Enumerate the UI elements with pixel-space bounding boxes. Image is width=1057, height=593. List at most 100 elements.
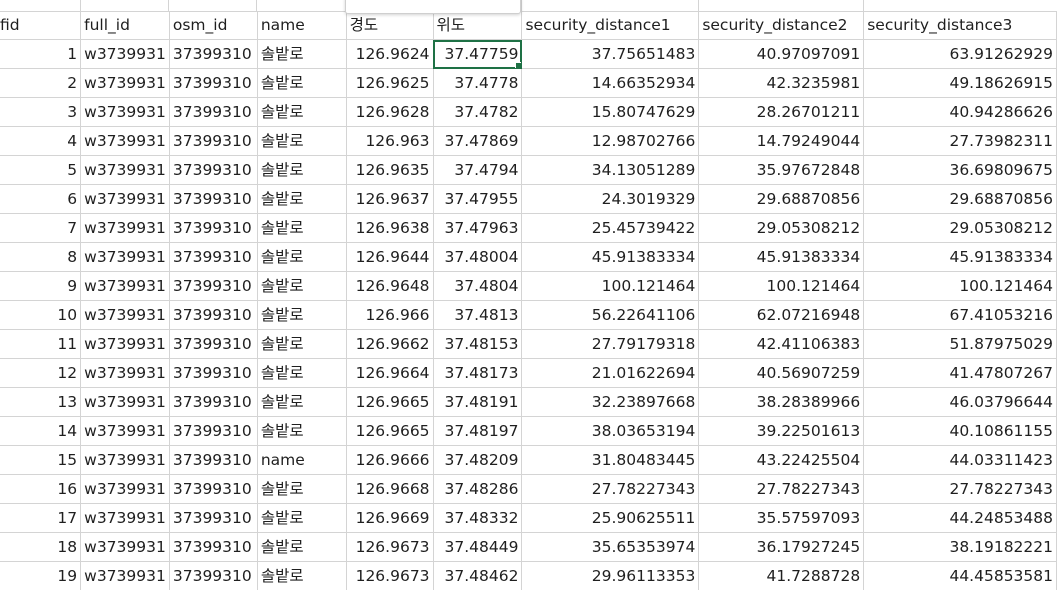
security-distance1-cell[interactable]: 15.80747629 <box>521 97 700 127</box>
security-distance2-cell[interactable]: 45.91383334 <box>698 242 865 272</box>
name-cell[interactable]: 솔밭로 <box>257 242 347 272</box>
security-distance2-cell[interactable]: 40.56907259 <box>698 358 865 388</box>
osm-id-cell[interactable]: 37399310 <box>169 329 258 359</box>
security-distance1-cell[interactable]: 27.79179318 <box>521 329 700 359</box>
security-distance2-cell[interactable]: 14.79249044 <box>698 126 865 156</box>
full-id-cell[interactable]: w3739931 <box>80 329 170 359</box>
name-cell[interactable]: 솔밭로 <box>257 329 347 359</box>
security-distance1-cell[interactable]: 38.03653194 <box>521 416 700 446</box>
security-distance1-cell[interactable]: 27.78227343 <box>521 474 700 504</box>
osm-id-cell[interactable]: 37399310 <box>169 300 258 330</box>
osm-id-cell[interactable]: 37399310 <box>169 445 258 475</box>
header-longitude[interactable]: 경도 <box>346 11 434 40</box>
longitude-cell[interactable]: 126.9635 <box>346 155 434 185</box>
fid-cell[interactable]: 12 <box>0 358 82 388</box>
latitude-cell[interactable]: 37.47963 <box>433 213 523 243</box>
name-cell[interactable]: 솔밭로 <box>257 300 347 330</box>
latitude-cell[interactable]: 37.47759 <box>433 39 523 69</box>
security-distance3-cell[interactable]: 67.41053216 <box>863 300 1057 330</box>
osm-id-cell[interactable]: 37399310 <box>169 184 258 214</box>
fid-cell[interactable]: 16 <box>0 474 82 504</box>
name-cell[interactable]: 솔밭로 <box>257 387 347 417</box>
security-distance2-cell[interactable]: 27.78227343 <box>698 474 865 504</box>
osm-id-cell[interactable]: 37399310 <box>169 503 258 533</box>
longitude-cell[interactable]: 126.9624 <box>346 39 434 69</box>
full-id-cell[interactable]: w3739931 <box>80 358 170 388</box>
name-cell[interactable]: 솔밭로 <box>257 503 347 533</box>
header-osm-id[interactable]: osm_id <box>169 11 258 40</box>
security-distance3-cell[interactable]: 51.87975029 <box>863 329 1057 359</box>
latitude-cell[interactable]: 37.48449 <box>433 532 523 562</box>
security-distance2-cell[interactable]: 29.68870856 <box>698 184 865 214</box>
latitude-cell[interactable]: 37.48197 <box>433 416 523 446</box>
security-distance3-cell[interactable]: 41.47807267 <box>863 358 1057 388</box>
fid-cell[interactable]: 14 <box>0 416 82 446</box>
security-distance3-cell[interactable]: 27.78227343 <box>863 474 1057 504</box>
osm-id-cell[interactable]: 37399310 <box>169 97 258 127</box>
longitude-cell[interactable]: 126.9638 <box>346 213 434 243</box>
name-cell[interactable]: 솔밭로 <box>257 184 347 214</box>
fid-cell[interactable]: 17 <box>0 503 82 533</box>
security-distance2-cell[interactable]: 62.07216948 <box>698 300 865 330</box>
security-distance3-cell[interactable]: 49.18626915 <box>863 68 1057 98</box>
latitude-cell[interactable]: 37.47955 <box>433 184 523 214</box>
osm-id-cell[interactable]: 37399310 <box>169 358 258 388</box>
fid-cell[interactable]: 9 <box>0 271 82 301</box>
longitude-cell[interactable]: 126.966 <box>346 300 434 330</box>
longitude-cell[interactable]: 126.9664 <box>346 358 434 388</box>
osm-id-cell[interactable]: 37399310 <box>169 561 258 590</box>
security-distance3-cell[interactable]: 29.68870856 <box>863 184 1057 214</box>
security-distance3-cell[interactable]: 40.94286626 <box>863 97 1057 127</box>
security-distance3-cell[interactable]: 44.24853488 <box>863 503 1057 533</box>
latitude-cell[interactable]: 37.48153 <box>433 329 523 359</box>
latitude-cell[interactable]: 37.4794 <box>433 155 523 185</box>
security-distance2-cell[interactable]: 29.05308212 <box>698 213 865 243</box>
longitude-cell[interactable]: 126.9665 <box>346 416 434 446</box>
security-distance2-cell[interactable]: 42.3235981 <box>698 68 865 98</box>
longitude-cell[interactable]: 126.9668 <box>346 474 434 504</box>
full-id-cell[interactable]: w3739931 <box>80 242 170 272</box>
longitude-cell[interactable]: 126.963 <box>346 126 434 156</box>
longitude-cell[interactable]: 126.9669 <box>346 503 434 533</box>
header-security-distance1[interactable]: security_distance1 <box>521 11 700 40</box>
security-distance3-cell[interactable]: 63.91262929 <box>863 39 1057 69</box>
header-full-id[interactable]: full_id <box>80 11 170 40</box>
security-distance1-cell[interactable]: 21.01622694 <box>521 358 700 388</box>
security-distance1-cell[interactable]: 100.121464 <box>521 271 700 301</box>
security-distance3-cell[interactable]: 36.69809675 <box>863 155 1057 185</box>
longitude-cell[interactable]: 126.9673 <box>346 561 434 590</box>
security-distance3-cell[interactable]: 45.91383334 <box>863 242 1057 272</box>
fid-cell[interactable]: 2 <box>0 68 82 98</box>
header-name[interactable]: name <box>257 11 347 40</box>
name-cell[interactable]: 솔밭로 <box>257 126 347 156</box>
fid-cell[interactable]: 10 <box>0 300 82 330</box>
security-distance2-cell[interactable]: 35.97672848 <box>698 155 865 185</box>
longitude-cell[interactable]: 126.9644 <box>346 242 434 272</box>
full-id-cell[interactable]: w3739931 <box>80 416 170 446</box>
security-distance2-cell[interactable]: 36.17927245 <box>698 532 865 562</box>
security-distance2-cell[interactable]: 42.41106383 <box>698 329 865 359</box>
security-distance3-cell[interactable]: 27.73982311 <box>863 126 1057 156</box>
name-cell[interactable]: 솔밭로 <box>257 97 347 127</box>
latitude-cell[interactable]: 37.48209 <box>433 445 523 475</box>
full-id-cell[interactable]: w3739931 <box>80 300 170 330</box>
osm-id-cell[interactable]: 37399310 <box>169 213 258 243</box>
security-distance3-cell[interactable]: 46.03796644 <box>863 387 1057 417</box>
osm-id-cell[interactable]: 37399310 <box>169 532 258 562</box>
security-distance1-cell[interactable]: 14.66352934 <box>521 68 700 98</box>
security-distance1-cell[interactable]: 45.91383334 <box>521 242 700 272</box>
security-distance2-cell[interactable]: 100.121464 <box>698 271 865 301</box>
longitude-cell[interactable]: 126.9648 <box>346 271 434 301</box>
latitude-cell[interactable]: 37.48286 <box>433 474 523 504</box>
full-id-cell[interactable]: w3739931 <box>80 126 170 156</box>
security-distance2-cell[interactable]: 35.57597093 <box>698 503 865 533</box>
full-id-cell[interactable]: w3739931 <box>80 213 170 243</box>
full-id-cell[interactable]: w3739931 <box>80 184 170 214</box>
fid-cell[interactable]: 1 <box>0 39 82 69</box>
latitude-cell[interactable]: 37.4813 <box>433 300 523 330</box>
full-id-cell[interactable]: w3739931 <box>80 39 170 69</box>
longitude-cell[interactable]: 126.9637 <box>346 184 434 214</box>
security-distance3-cell[interactable]: 40.10861155 <box>863 416 1057 446</box>
spreadsheet-grid[interactable]: fid full_id osm_id name 경도 위도 security_distanc… <box>0 0 1057 593</box>
fid-cell[interactable]: 5 <box>0 155 82 185</box>
